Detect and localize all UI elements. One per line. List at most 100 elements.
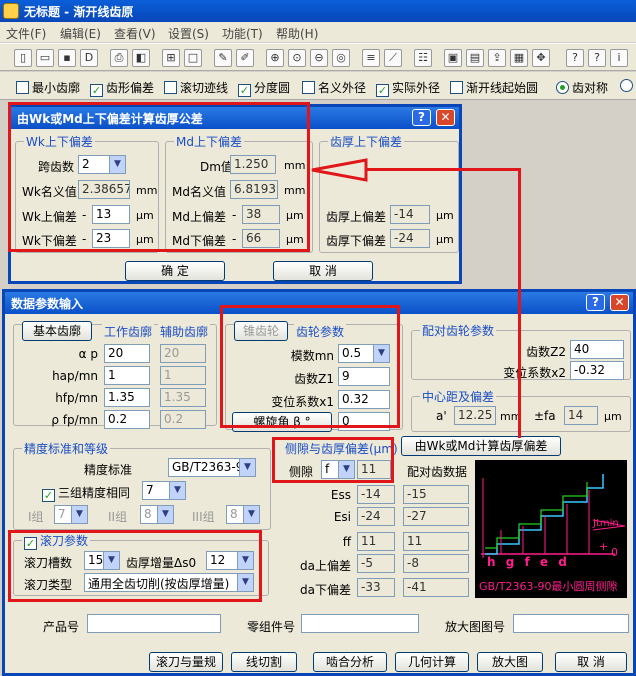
menu-settings[interactable]: 设置(S) xyxy=(168,25,209,42)
checkbox-icon[interactable] xyxy=(16,81,29,94)
frame-icon[interactable]: □ xyxy=(184,49,202,67)
checkbox-checked-icon[interactable]: ✓ xyxy=(376,84,389,97)
basic-profile-button[interactable]: 基本齿廓 xyxy=(22,321,92,341)
rho-input[interactable]: 0.2 xyxy=(104,410,150,429)
print-icon[interactable]: ⎙ xyxy=(110,49,128,67)
zoom-in-icon[interactable]: ⊕ xyxy=(266,49,284,67)
mate-gear-title: 配对齿轮参数 xyxy=(420,322,497,339)
wire-cut-button[interactable]: 线切割 xyxy=(231,652,297,672)
ok-button[interactable]: 确 定 xyxy=(125,261,225,281)
close-icon[interactable]: ✕ xyxy=(436,109,455,126)
option-pitch-circle[interactable]: ✓ 分度圆 xyxy=(238,79,290,97)
info-icon[interactable]: i xyxy=(610,49,628,67)
edit-draw-icon[interactable]: ✐ xyxy=(236,49,254,67)
center-distance-group: 中心距及偏差 a' 12.25 mm ±fa 14 μm xyxy=(411,388,631,432)
group1-select[interactable]: 7 ▼ xyxy=(54,505,88,524)
work-profile-tab[interactable]: 工作齿廓 xyxy=(102,323,155,340)
help-icon[interactable]: ? xyxy=(588,49,606,67)
thick-upper-value: -14 xyxy=(390,205,430,224)
aux-profile-tab[interactable]: 辅助齿廓 xyxy=(158,323,211,340)
table-icon[interactable]: ▤ xyxy=(466,49,484,67)
ff-value: 11 xyxy=(357,532,395,551)
option-actual-od[interactable]: ✓ 实际外径 xyxy=(376,79,440,97)
save-icon[interactable]: ▪ xyxy=(58,49,76,67)
shift-x2-input[interactable]: -0.32 xyxy=(570,361,624,380)
checkbox-icon[interactable] xyxy=(450,81,463,94)
export-icon[interactable]: ⇪ xyxy=(488,49,506,67)
rho-label: ρ fp/mn xyxy=(51,413,98,427)
checkbox-checked-icon[interactable]: ✓ xyxy=(238,84,251,97)
product-no-input[interactable] xyxy=(87,614,221,633)
option-hob-trace[interactable]: 滚切迹线 xyxy=(164,79,228,96)
same-precision-select[interactable]: 7 ▼ xyxy=(142,481,186,500)
zoom-view-button[interactable]: 放大图 xyxy=(477,652,543,672)
hfp-input[interactable]: 1.35 xyxy=(104,388,150,407)
calc-from-wk-md-button[interactable]: 由Wk或Md计算齿厚偏差 xyxy=(401,436,561,456)
grid-icon[interactable]: ⊞ xyxy=(162,49,180,67)
checkbox-icon[interactable] xyxy=(164,81,177,94)
chevron-down-icon[interactable]: ▼ xyxy=(239,459,255,476)
cancel-button[interactable]: 取 消 xyxy=(273,261,373,281)
calc-icon[interactable]: ▦ xyxy=(510,49,528,67)
option-radio-2[interactable] xyxy=(620,79,636,93)
help-icon[interactable]: ? xyxy=(412,109,431,126)
precision-group: 精度标准和等级 精度标准 GB/T2363-90 ▼ ✓ 三组精度相同 7 ▼ I组 … xyxy=(13,440,271,530)
menu-help[interactable]: 帮助(H) xyxy=(276,25,318,42)
context-help-icon[interactable]: ? xyxy=(566,49,584,67)
precision-std-select[interactable]: GB/T2363-90 ▼ xyxy=(168,458,256,477)
hap-input[interactable]: 1 xyxy=(104,366,150,385)
checkbox-checked-icon[interactable]: ✓ xyxy=(90,84,103,97)
option-profile-dev[interactable]: ✓ 齿形偏差 xyxy=(90,79,154,97)
close-icon[interactable]: ✕ xyxy=(610,294,629,311)
alpha-input[interactable]: 20 xyxy=(104,344,150,363)
zoom-region-icon[interactable]: ⊙ xyxy=(288,49,306,67)
option-involute-start[interactable]: 渐开线起始圆 xyxy=(450,79,538,96)
zoom-fit-icon[interactable]: ◎ xyxy=(332,49,350,67)
option-symmetric[interactable]: 齿对称 xyxy=(556,79,608,96)
checkbox-icon[interactable] xyxy=(302,81,315,94)
zoom-out-icon[interactable]: ⊖ xyxy=(310,49,328,67)
menu-function[interactable]: 功能(T) xyxy=(222,25,263,42)
thick-lower-unit: μm xyxy=(436,233,454,246)
image-icon[interactable]: ▣ xyxy=(444,49,462,67)
chevron-down-icon[interactable]: ▼ xyxy=(243,506,259,523)
cancel-button[interactable]: 取 消 xyxy=(555,652,627,672)
chevron-down-icon[interactable]: ▼ xyxy=(157,506,173,523)
radio-selected-icon[interactable] xyxy=(556,81,569,94)
alpha-label: α p xyxy=(78,347,98,361)
profile-group: 基本齿廓 工作齿廓 辅助齿廓 α p 20 20 hap/mn 1 1 hfp/… xyxy=(13,321,217,429)
help-icon[interactable]: ? xyxy=(586,294,605,311)
options-bar: 最小齿廓 ✓ 齿形偏差 滚切迹线 ✓ 分度圆 名义外径 ✓ 实际外径 渐开线起始圆 齿… xyxy=(0,72,636,100)
option-nominal-od[interactable]: 名义外径 xyxy=(302,79,366,96)
default-icon[interactable]: D xyxy=(80,49,98,67)
checkbox-checked-icon[interactable]: ✓ xyxy=(42,489,55,502)
radio-icon[interactable] xyxy=(620,79,633,92)
annotation-box-wk-md xyxy=(8,102,310,252)
new-file-icon[interactable]: ▯ xyxy=(14,49,32,67)
hob-gauge-button[interactable]: 滚刀与量规 xyxy=(149,652,223,672)
menu-view[interactable]: 查看(V) xyxy=(114,25,156,42)
align-icon[interactable]: ≡ xyxy=(362,49,380,67)
open-folder-icon[interactable]: ▭ xyxy=(36,49,54,67)
zoom-drawing-input[interactable] xyxy=(513,614,629,633)
print-preview-icon[interactable]: ◧ xyxy=(132,49,150,67)
geometry-calc-button[interactable]: 几何计算 xyxy=(395,652,469,672)
menu-edit[interactable]: 编辑(E) xyxy=(60,25,101,42)
menu-file[interactable]: 文件(F) xyxy=(6,25,46,42)
option-min-profile[interactable]: 最小齿廓 xyxy=(16,79,80,96)
part-no-input[interactable] xyxy=(301,614,419,633)
rho-aux: 0.2 xyxy=(160,410,206,429)
draw-icon[interactable]: ✎ xyxy=(214,49,232,67)
teeth-z2-input[interactable]: 40 xyxy=(570,340,624,359)
tool-icon[interactable]: ✥ xyxy=(532,49,550,67)
group3-select[interactable]: 8 ▼ xyxy=(226,505,260,524)
thick-upper-label: 齿厚上偏差 xyxy=(326,210,387,224)
mesh-analysis-button[interactable]: 啮合分析 xyxy=(313,652,387,672)
chevron-down-icon[interactable]: ▼ xyxy=(71,506,87,523)
chevron-down-icon[interactable]: ▼ xyxy=(169,482,185,499)
hfp-label: hfp/mn xyxy=(55,391,98,405)
group2-select[interactable]: 8 ▼ xyxy=(140,505,174,524)
measure-icon[interactable]: ⟋ xyxy=(384,49,402,67)
same-precision-check[interactable]: ✓ 三组精度相同 xyxy=(42,484,130,502)
properties-icon[interactable]: ☷ xyxy=(414,49,432,67)
